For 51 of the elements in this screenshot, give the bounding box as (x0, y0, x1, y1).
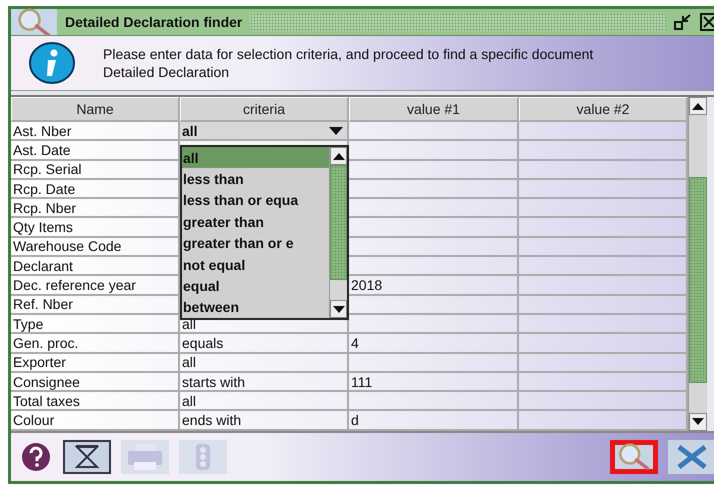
info-message: Please enter data for selection criteria, and proceed to find a specific document Detailed Declaration (103, 45, 594, 81)
column-header[interactable]: value #2 (519, 97, 688, 122)
up-arrow-icon (692, 102, 704, 110)
scroll-down-button[interactable] (689, 412, 707, 431)
table-cell: 4 (349, 334, 519, 354)
scroll-down-button[interactable] (330, 300, 347, 318)
printer-icon (125, 442, 165, 472)
table-cell: starts with (180, 372, 349, 392)
scroll-thumb[interactable] (330, 165, 347, 280)
help-icon (21, 442, 51, 472)
scroll-up-button[interactable] (689, 97, 707, 115)
dropdown-scrollbar[interactable] (329, 147, 347, 318)
close-icon[interactable] (700, 13, 714, 31)
restore-icon[interactable] (674, 14, 692, 30)
column-header[interactable]: value #1 (349, 97, 519, 122)
table-cell: 111 (349, 372, 519, 392)
close-icon (675, 442, 709, 471)
dropdown-option[interactable]: less than (182, 168, 329, 190)
search-button[interactable] (610, 440, 658, 474)
column-header[interactable]: Name (11, 97, 180, 122)
hourglass-icon (73, 444, 101, 470)
scrollbar[interactable] (688, 97, 707, 431)
table-cell: equals (180, 334, 349, 354)
dropdown-option[interactable]: all (182, 147, 329, 168)
down-arrow-icon (332, 306, 344, 312)
caret-icon (329, 126, 343, 135)
magnifier-icon (617, 443, 651, 470)
table-cell: Consignee (11, 372, 180, 392)
table-cell: Ast. Date (11, 141, 180, 161)
close-button[interactable] (668, 440, 714, 474)
info-icon (29, 42, 75, 84)
up-arrow-icon (332, 152, 344, 160)
scroll-thumb[interactable] (689, 177, 707, 383)
down-arrow-icon (692, 418, 704, 426)
scroll-up-button[interactable] (330, 147, 347, 165)
table-cell: Gen. proc. (11, 334, 180, 354)
dropdown-option[interactable]: not equal (182, 254, 329, 276)
dropdown-option[interactable]: greater than or e (182, 232, 329, 254)
dropdown-option[interactable]: equal (182, 275, 329, 297)
table-cell: Exporter (11, 354, 180, 373)
table-cell: all (180, 392, 349, 412)
table-cell: Total taxes (11, 392, 180, 412)
table-cell: all (180, 354, 349, 373)
window-title: Detailed Declaration finder (65, 14, 242, 30)
dropdown-option[interactable]: greater than (182, 211, 329, 232)
table-cell: Type (11, 314, 180, 334)
criteria-dropdown[interactable]: all (180, 122, 349, 142)
table-cell: Ast. Nber (11, 122, 180, 142)
dropdown-option[interactable]: less than or equa (182, 190, 329, 212)
filter-button[interactable] (63, 440, 111, 474)
column-header[interactable]: criteria (180, 97, 349, 122)
